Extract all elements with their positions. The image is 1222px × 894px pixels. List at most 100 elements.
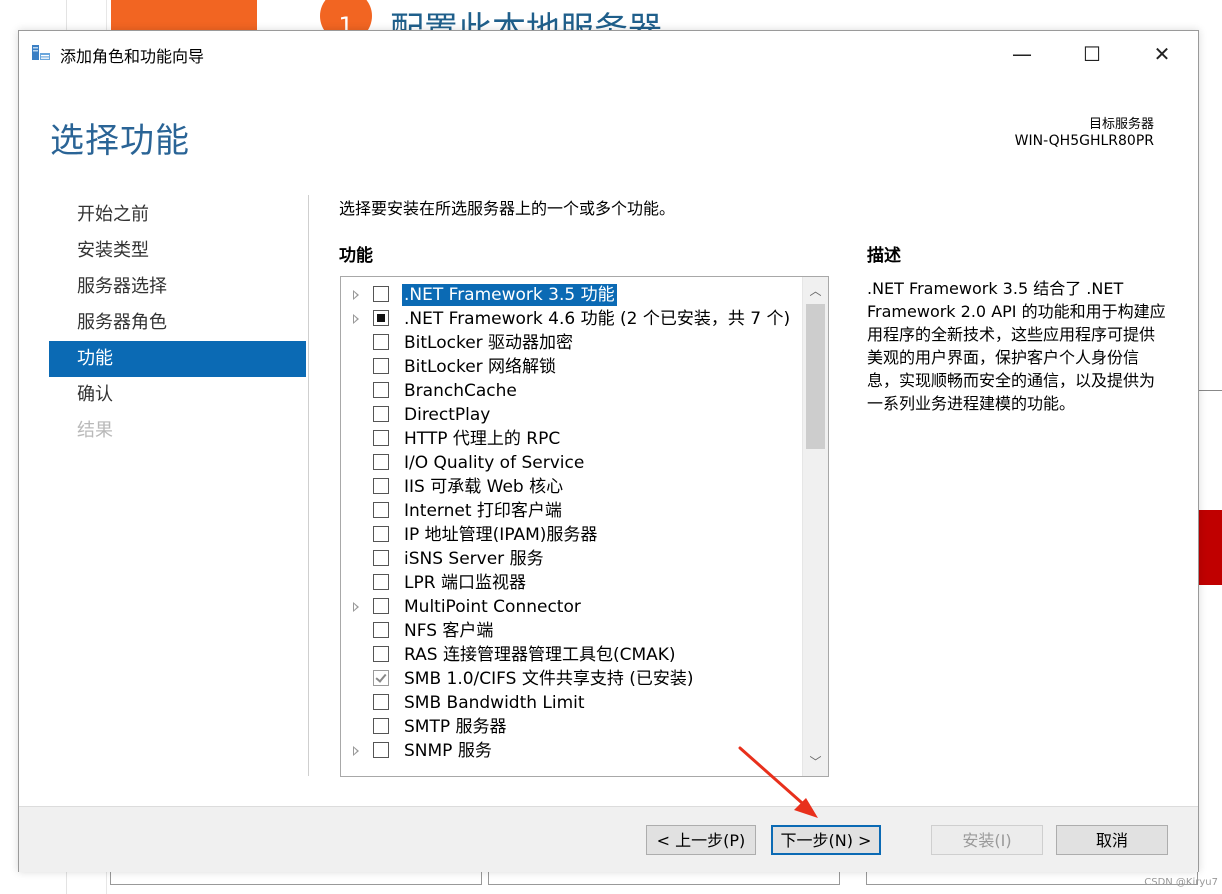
nav-item-features[interactable]: 功能 [49, 341, 306, 377]
features-scrollbar[interactable]: ︿ ﹀ [802, 277, 828, 776]
feature-row[interactable]: NFS 客户端 [341, 620, 801, 644]
page-title: 选择功能 [50, 121, 190, 161]
feature-row[interactable]: iSNS Server 服务 [341, 548, 801, 572]
feature-row[interactable]: BitLocker 网络解锁 [341, 356, 801, 380]
feature-label[interactable]: IP 地址管理(IPAM)服务器 [404, 524, 597, 546]
feature-checkbox[interactable] [373, 358, 389, 374]
description-text: .NET Framework 3.5 结合了 .NET Framework 2.… [867, 279, 1166, 413]
feature-checkbox[interactable] [373, 454, 389, 470]
feature-label[interactable]: BitLocker 驱动器加密 [404, 332, 573, 354]
feature-label[interactable]: SMTP 服务器 [404, 716, 507, 738]
background-orange-tile [111, 0, 257, 30]
features-tree-list[interactable]: .NET Framework 3.5 功能 .NET Framework 4.6 … [340, 276, 829, 777]
background-heading: 配置此本地服务器 [390, 10, 662, 30]
target-server-name: WIN-QH5GHLR80PR [1014, 133, 1154, 149]
feature-checkbox[interactable] [373, 574, 389, 590]
features-rows: .NET Framework 3.5 功能 .NET Framework 4.6 … [341, 284, 801, 764]
feature-row[interactable]: IIS 可承载 Web 核心 [341, 476, 801, 500]
feature-checkbox[interactable] [373, 598, 389, 614]
feature-row[interactable]: SMB Bandwidth Limit [341, 692, 801, 716]
feature-label[interactable]: Internet 打印客户端 [404, 500, 562, 522]
feature-label[interactable]: HTTP 代理上的 RPC [404, 428, 560, 450]
feature-checkbox[interactable] [373, 718, 389, 734]
feature-checkbox[interactable] [373, 526, 389, 542]
background-red-block [1198, 510, 1222, 585]
install-button: 安装(I) [931, 825, 1043, 855]
close-button[interactable]: ✕ [1139, 39, 1185, 69]
feature-label[interactable]: NFS 客户端 [404, 620, 493, 642]
nav-item-before-you-begin[interactable]: 开始之前 [49, 197, 306, 233]
feature-row[interactable]: LPR 端口监视器 [341, 572, 801, 596]
add-roles-wizard-dialog: 添加角色和功能向导 — ☐ ✕ 选择功能 目标服务器 WIN-QH5GHLR80… [18, 30, 1199, 872]
feature-checkbox[interactable] [373, 286, 389, 302]
scroll-up-icon[interactable]: ︿ [803, 279, 828, 303]
expand-arrow-icon[interactable] [353, 290, 359, 300]
feature-label[interactable]: IIS 可承载 Web 核心 [404, 476, 563, 498]
feature-checkbox[interactable] [373, 694, 389, 710]
feature-label[interactable]: BranchCache [404, 380, 517, 402]
feature-checkbox[interactable] [373, 646, 389, 662]
background-divider [1198, 390, 1222, 391]
nav-item-confirmation[interactable]: 确认 [49, 377, 306, 413]
feature-row[interactable]: MultiPoint Connector [341, 596, 801, 620]
feature-label[interactable]: RAS 连接管理器管理工具包(CMAK) [404, 644, 676, 666]
nav-divider [308, 195, 309, 776]
feature-row[interactable]: SMTP 服务器 [341, 716, 801, 740]
nav-item-results: 结果 [77, 420, 113, 441]
minimize-button[interactable]: — [999, 39, 1045, 69]
features-header: 功能 [339, 246, 373, 266]
feature-row[interactable]: .NET Framework 3.5 功能 [341, 284, 801, 308]
feature-checkbox[interactable] [373, 310, 389, 326]
feature-checkbox[interactable] [373, 742, 389, 758]
server-manager-icon [32, 45, 50, 60]
feature-row[interactable]: BitLocker 驱动器加密 [341, 332, 801, 356]
feature-checkbox[interactable] [373, 334, 389, 350]
feature-checkbox[interactable] [373, 382, 389, 398]
window-title: 添加角色和功能向导 [60, 47, 205, 66]
target-server-label: 目标服务器 [1088, 117, 1154, 132]
nav-item-installation-type[interactable]: 安装类型 [49, 233, 306, 269]
expand-arrow-icon[interactable] [353, 314, 359, 324]
feature-row[interactable]: SMB 1.0/CIFS 文件共享支持 (已安装) [341, 668, 801, 692]
cancel-button[interactable]: 取消 [1056, 825, 1168, 855]
title-bar[interactable]: 添加角色和功能向导 — ☐ ✕ [19, 31, 1198, 77]
feature-label[interactable]: .NET Framework 4.6 功能 (2 个已安装，共 7 个) [404, 308, 790, 330]
feature-label[interactable]: BitLocker 网络解锁 [404, 356, 556, 378]
instruction-text: 选择要安装在所选服务器上的一个或多个功能。 [339, 199, 676, 218]
feature-checkbox[interactable] [373, 430, 389, 446]
feature-checkbox[interactable] [373, 670, 389, 686]
feature-label[interactable]: SMB Bandwidth Limit [404, 692, 585, 714]
feature-row[interactable]: HTTP 代理上的 RPC [341, 428, 801, 452]
description-header: 描述 [867, 246, 901, 266]
nav-item-server-roles[interactable]: 服务器角色 [49, 305, 306, 341]
feature-checkbox[interactable] [373, 550, 389, 566]
feature-label[interactable]: LPR 端口监视器 [404, 572, 526, 594]
feature-label[interactable]: MultiPoint Connector [404, 596, 581, 618]
feature-checkbox[interactable] [373, 502, 389, 518]
feature-checkbox[interactable] [373, 478, 389, 494]
annotation-arrow-icon [738, 746, 818, 818]
feature-label[interactable]: SNMP 服务 [404, 740, 492, 762]
feature-row[interactable]: BranchCache [341, 380, 801, 404]
feature-row[interactable]: RAS 连接管理器管理工具包(CMAK) [341, 644, 801, 668]
feature-label[interactable]: SMB 1.0/CIFS 文件共享支持 (已安装) [404, 668, 694, 690]
watermark: CSDN @Kiryu7 [1144, 877, 1218, 888]
feature-label[interactable]: I/O Quality of Service [404, 452, 584, 474]
feature-row[interactable]: DirectPlay [341, 404, 801, 428]
feature-checkbox[interactable] [373, 622, 389, 638]
feature-checkbox[interactable] [373, 406, 389, 422]
expand-arrow-icon[interactable] [353, 602, 359, 612]
feature-row[interactable]: I/O Quality of Service [341, 452, 801, 476]
expand-arrow-icon[interactable] [353, 746, 359, 756]
feature-row[interactable]: Internet 打印客户端 [341, 500, 801, 524]
wizard-footer: < 上一步(P) 下一步(N) > 安装(I) 取消 [19, 806, 1198, 872]
feature-label[interactable]: .NET Framework 3.5 功能 [402, 284, 617, 306]
feature-row[interactable]: .NET Framework 4.6 功能 (2 个已安装，共 7 个) [341, 308, 801, 332]
feature-row[interactable]: IP 地址管理(IPAM)服务器 [341, 524, 801, 548]
scrollbar-thumb[interactable] [806, 304, 825, 449]
maximize-button[interactable]: ☐ [1069, 39, 1115, 69]
feature-label[interactable]: iSNS Server 服务 [404, 548, 544, 570]
wizard-steps-nav: 开始之前 安装类型 服务器选择 服务器角色 功能 确认 结果 [49, 197, 306, 449]
feature-label[interactable]: DirectPlay [404, 404, 490, 426]
nav-item-server-selection[interactable]: 服务器选择 [49, 269, 306, 305]
